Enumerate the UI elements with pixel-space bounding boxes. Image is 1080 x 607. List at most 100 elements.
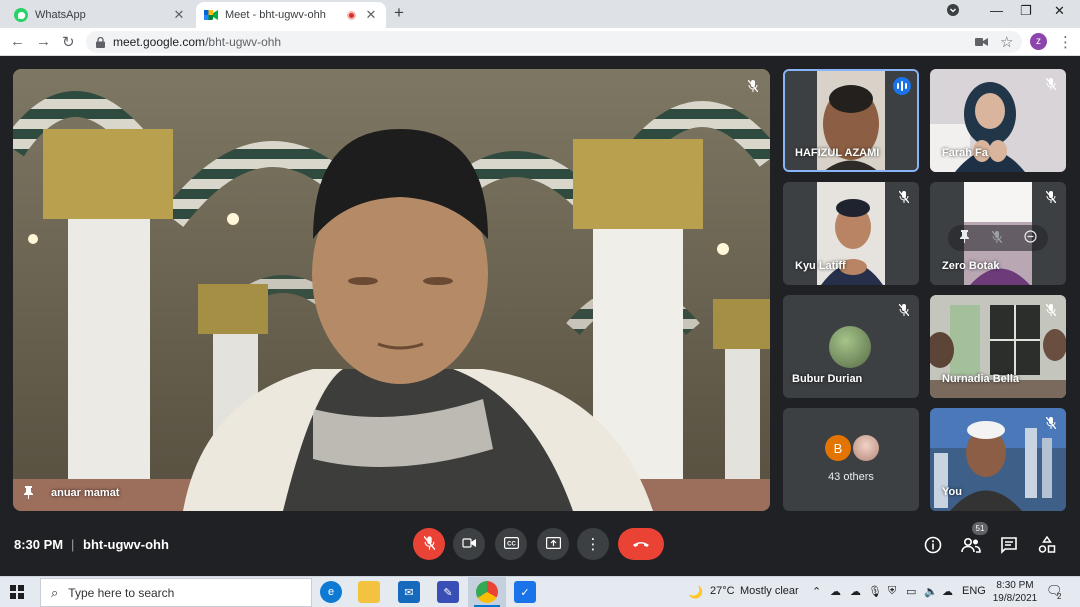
weather-desc[interactable]: Mostly clear (740, 585, 799, 597)
mic-off-icon (422, 535, 436, 553)
tile-hover-controls (948, 225, 1048, 251)
network-icon[interactable]: ☁ (942, 585, 953, 598)
profile-avatar[interactable]: z (1030, 33, 1047, 50)
meet-stage: anuar mamat HAFIZUL AZAMI Farah Fa Kyu L… (0, 56, 1080, 520)
participant-name: Farah Fa (942, 147, 988, 159)
camera-in-use-icon[interactable] (975, 34, 988, 51)
meet-control-bar: 8:30 PM | bht-ugwv-ohh CC ⋮ 51 (0, 520, 1080, 576)
pin-icon[interactable] (23, 486, 34, 502)
file-explorer-icon[interactable] (358, 581, 380, 603)
pin-icon[interactable] (959, 230, 970, 246)
show-hidden-icons-icon[interactable]: ⌃ (812, 585, 821, 598)
avatar (829, 326, 871, 368)
activities-icon[interactable] (1036, 534, 1058, 556)
mic-off-icon (1042, 414, 1060, 432)
security-icon[interactable]: ⛨ (888, 585, 896, 598)
mute-participant-icon[interactable] (991, 230, 1003, 246)
meeting-separator: | (71, 537, 75, 552)
people-icon[interactable] (960, 534, 982, 556)
notification-count: 2 (1057, 592, 1062, 601)
participant-name: Bubur Durian (792, 373, 863, 385)
tab-title: Meet - bht-ugwv-ohh (225, 9, 326, 21)
captions-button[interactable]: CC (495, 528, 527, 560)
mic-off-icon (895, 188, 913, 206)
main-speaker-tile[interactable]: anuar mamat (13, 69, 770, 511)
tab-search-icon[interactable] (946, 3, 960, 20)
meeting-time: 8:30 PM (14, 537, 64, 552)
url-domain: meet.google.com (113, 35, 206, 49)
battery-icon[interactable]: ▭ (906, 585, 916, 598)
window-close-icon[interactable]: ✕ (1054, 3, 1065, 19)
camera-toggle-button[interactable] (453, 528, 485, 560)
mic-off-icon (744, 77, 762, 95)
leave-call-button[interactable] (618, 528, 664, 560)
menu-kebab-icon[interactable]: ⋮ (1058, 33, 1073, 51)
edge-icon[interactable]: e (320, 581, 342, 603)
svg-text:CC: CC (507, 541, 516, 547)
meeting-code: bht-ugwv-ohh (83, 537, 169, 552)
others-avatar: B (825, 435, 851, 461)
camera-icon (461, 537, 477, 551)
captions-icon: CC (503, 536, 519, 552)
participant-name: Nurnadia Bella (942, 373, 1020, 385)
google-meet-icon (204, 8, 218, 22)
forward-icon[interactable]: → (36, 33, 51, 50)
clock-time: 8:30 PM (996, 580, 1034, 591)
meeting-details-icon[interactable] (922, 534, 944, 556)
app-icon[interactable]: ✓ (514, 581, 536, 603)
restore-icon[interactable]: ❐ (1020, 3, 1032, 19)
tab-meet[interactable]: Meet - bht-ugwv-ohh ✕ (196, 2, 386, 28)
taskbar-search-input[interactable]: ⌕ Type here to search (40, 578, 312, 607)
onedrive-icon[interactable]: ☁ (830, 585, 841, 598)
search-icon: ⌕ (51, 584, 59, 600)
lock-icon (96, 36, 105, 48)
close-icon[interactable]: ✕ (172, 7, 186, 23)
clock-date: 19/8/2021 (992, 593, 1038, 604)
participant-tile[interactable]: Farah Fa (930, 69, 1066, 172)
participant-name: HAFIZUL AZAMI (795, 147, 880, 159)
windows-start-icon[interactable] (10, 585, 24, 599)
participant-tile[interactable]: Nurnadia Bella (930, 295, 1066, 398)
reload-icon[interactable]: ↻ (62, 33, 75, 51)
participant-name: You (942, 486, 962, 498)
tab-whatsapp[interactable]: WhatsApp ✕ (6, 2, 194, 28)
taskbar-clock[interactable]: 8:30 PM 19/8/2021 (990, 579, 1040, 605)
chrome-icon[interactable] (476, 581, 498, 603)
participant-tile[interactable]: Bubur Durian (783, 295, 919, 398)
participant-tile[interactable]: HAFIZUL AZAMI (783, 69, 919, 172)
url-input[interactable]: meet.google.com/bht-ugwv-ohh (86, 31, 1022, 53)
weather-temp[interactable]: 27°C (710, 585, 735, 597)
minimize-icon[interactable]: — (990, 3, 1003, 18)
chat-icon[interactable] (998, 534, 1020, 556)
windows-taskbar: ⌕ Type here to search e ✉ ✎ ✓ 🌙 27°C Mos… (0, 576, 1080, 607)
mic-off-icon (1042, 188, 1060, 206)
cloud-icon[interactable]: ☁ (850, 585, 861, 598)
mail-icon[interactable]: ✉ (398, 581, 420, 603)
url-path: /bht-ugwv-ohh (205, 35, 282, 49)
microphone-icon[interactable]: 🎙 (868, 585, 882, 598)
present-screen-button[interactable] (537, 528, 569, 560)
hang-up-icon (632, 537, 650, 551)
self-tile[interactable]: You (930, 408, 1066, 511)
participant-tile[interactable]: Zero Botak (930, 182, 1066, 285)
speaking-indicator-icon (893, 77, 911, 95)
new-tab-icon[interactable]: + (394, 3, 404, 23)
volume-icon[interactable]: 🔈 (924, 585, 938, 598)
address-bar: ← → ↻ meet.google.com/bht-ugwv-ohh ☆ z ⋮ (0, 28, 1080, 56)
language-indicator[interactable]: ENG (962, 585, 986, 597)
tab-title: WhatsApp (35, 9, 86, 21)
others-tile[interactable]: B 43 others (783, 408, 919, 511)
mic-off-icon (895, 301, 913, 319)
whiteboard-app-icon[interactable]: ✎ (437, 581, 459, 603)
more-options-button[interactable]: ⋮ (577, 528, 609, 560)
search-placeholder: Type here to search (68, 585, 175, 600)
browser-tab-strip: WhatsApp ✕ Meet - bht-ugwv-ohh ✕ + — ❐ ✕ (0, 0, 1080, 28)
main-speaker-name: anuar mamat (51, 487, 120, 499)
bookmark-star-icon[interactable]: ☆ (1000, 33, 1013, 51)
present-screen-icon (545, 536, 561, 552)
back-icon[interactable]: ← (10, 33, 25, 50)
remove-participant-icon[interactable] (1024, 230, 1037, 246)
mic-toggle-button[interactable] (413, 528, 445, 560)
close-icon[interactable]: ✕ (364, 7, 378, 23)
participant-tile[interactable]: Kyu Latiff (783, 182, 919, 285)
